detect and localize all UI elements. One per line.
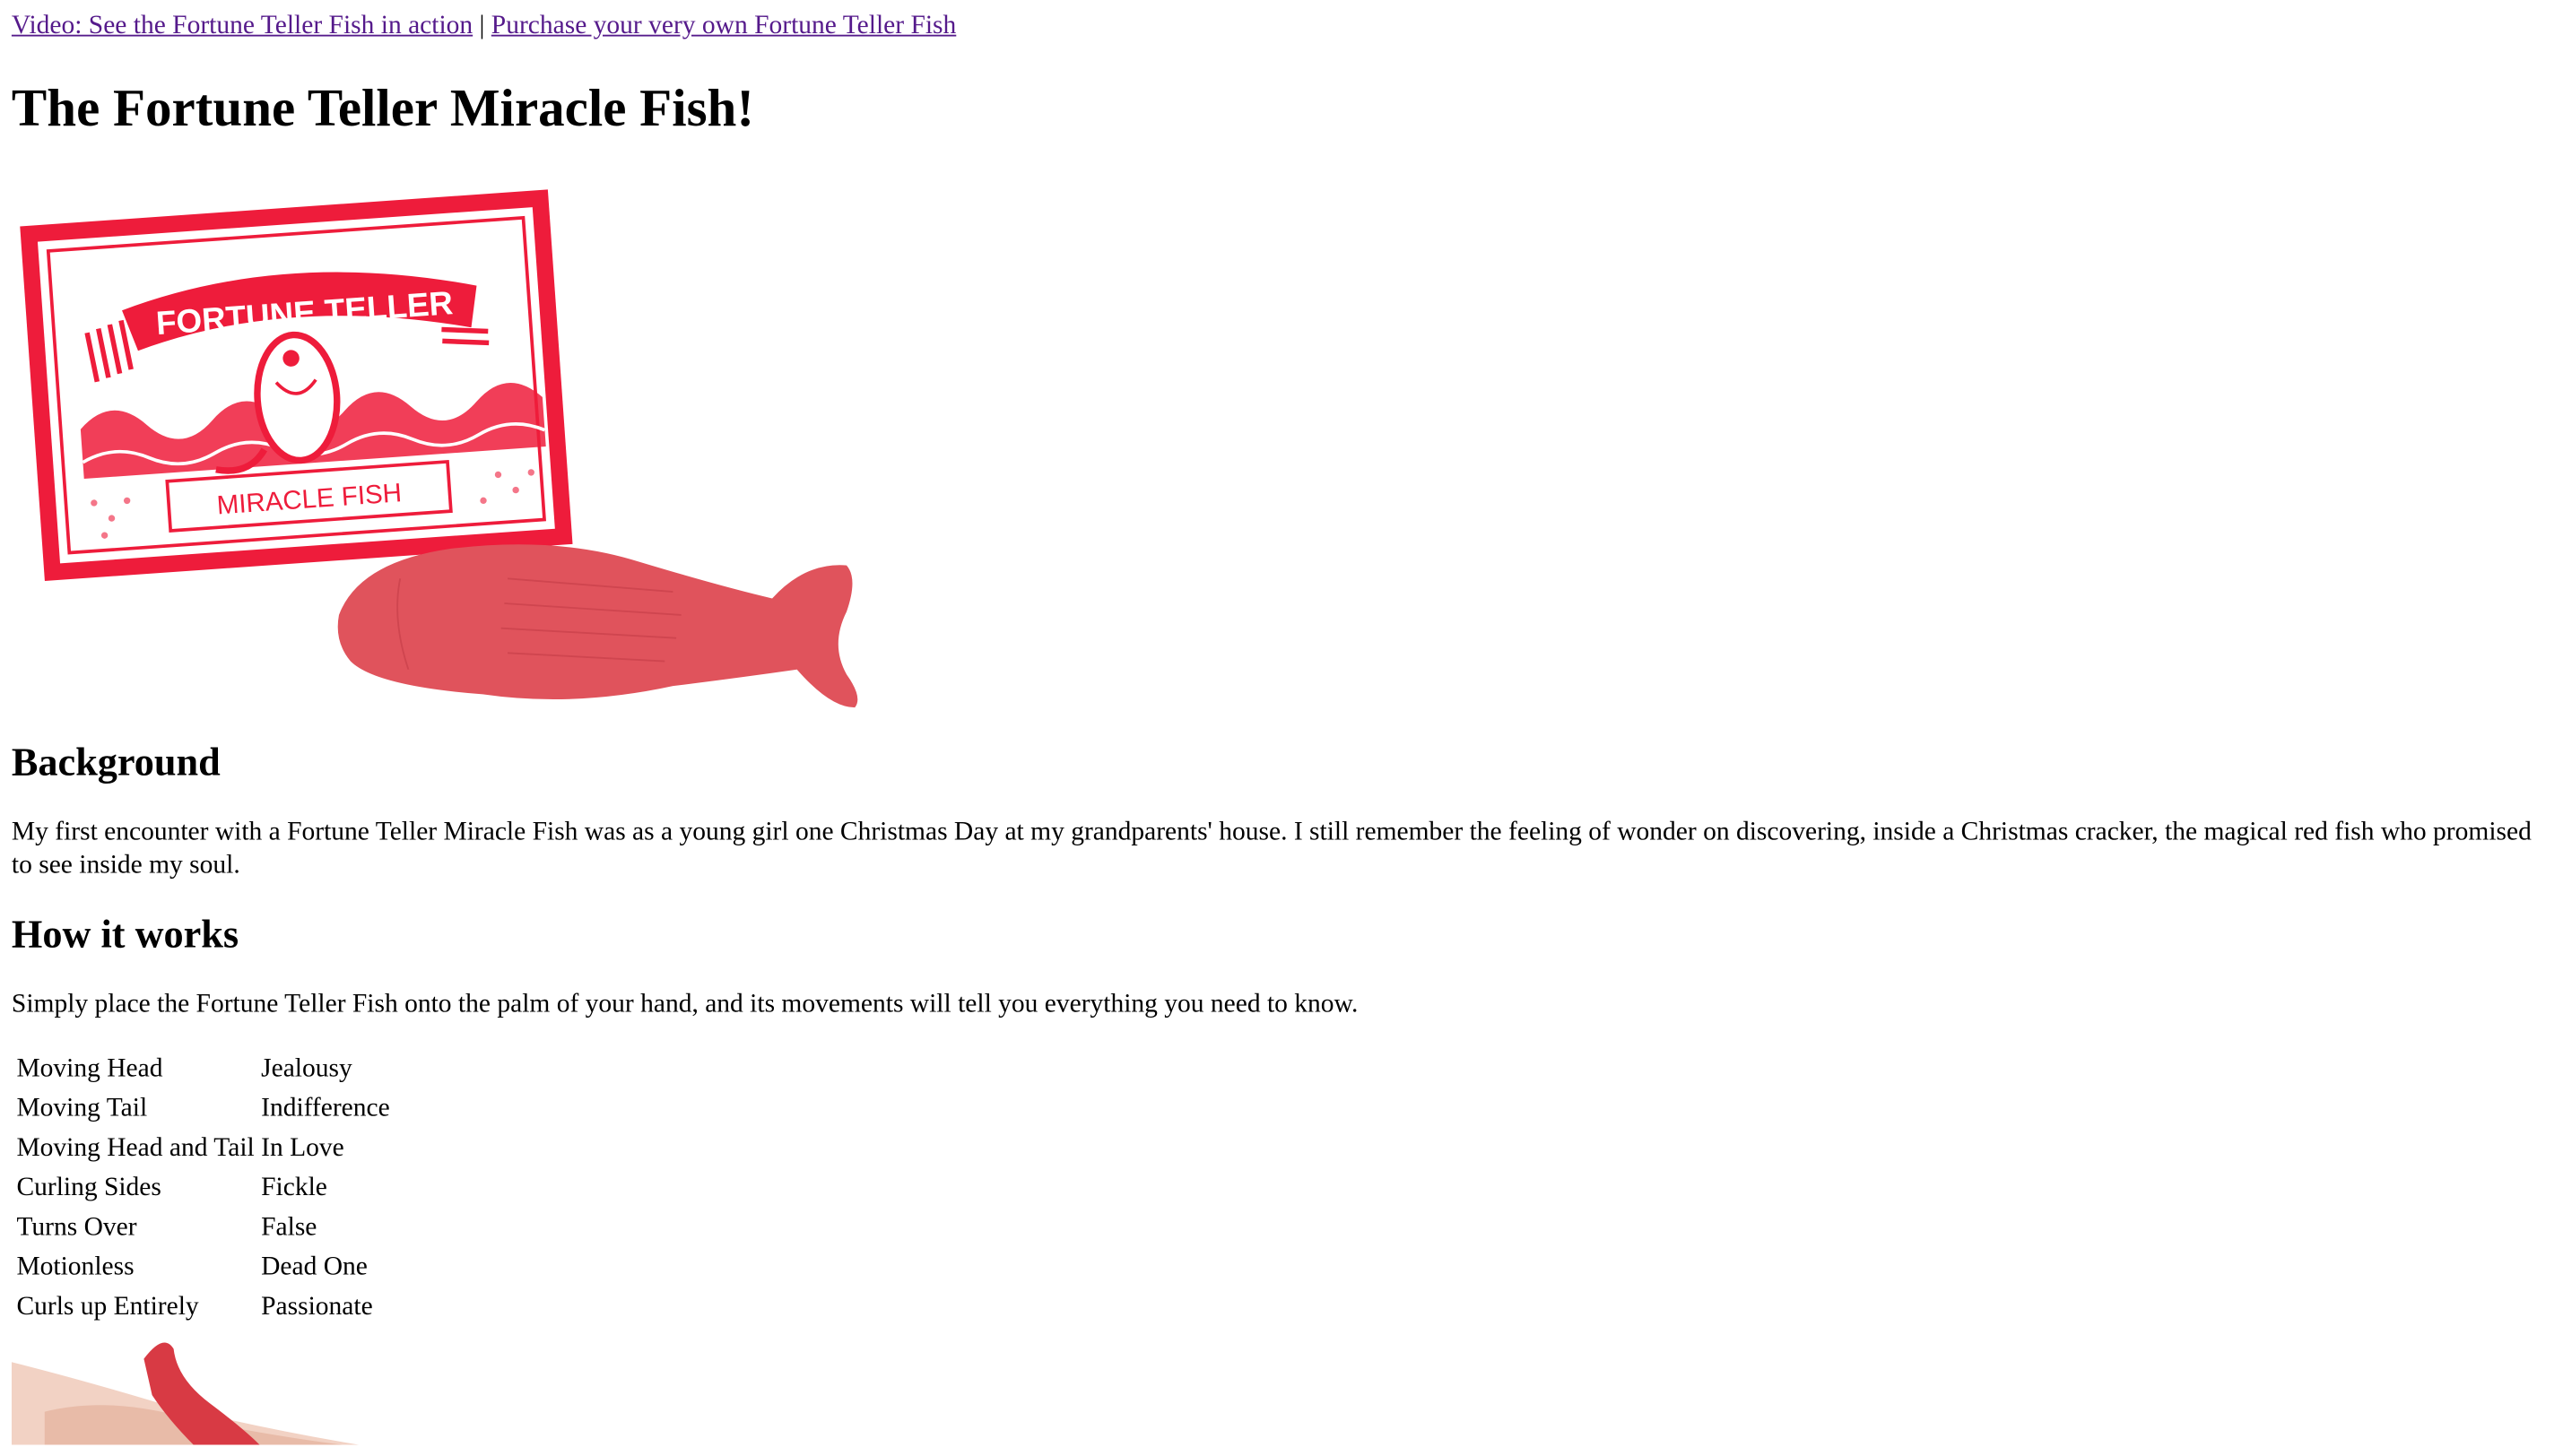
background-text: My first encounter with a Fortune Teller… <box>11 818 2532 880</box>
movement-cell: Turns Over <box>16 1213 137 1242</box>
movement-cell: Motionless <box>16 1252 135 1281</box>
movement-cell: Curling Sides <box>16 1174 161 1202</box>
table-row: Moving Head Jealousy <box>15 1052 392 1088</box>
table-row: Curling Sides Fickle <box>15 1170 392 1207</box>
meaning-cell: Passionate <box>261 1292 373 1322</box>
red-fish-shape <box>337 544 858 708</box>
nav-separator: | <box>479 11 485 40</box>
table-row: Motionless Dead One <box>15 1250 392 1287</box>
hand-with-fish-photo <box>11 1329 466 1445</box>
meaning-cell: Fickle <box>261 1174 327 1202</box>
meaning-cell: False <box>261 1213 317 1242</box>
how-it-works-heading: How it works <box>11 914 239 958</box>
background-heading: Background <box>11 741 221 785</box>
meaning-cell: Jealousy <box>261 1054 352 1083</box>
page-title: The Fortune Teller Miracle Fish! <box>11 77 755 138</box>
page: Video: See the Fortune Teller Fish in ac… <box>0 0 2563 1445</box>
top-nav: Video: See the Fortune Teller Fish in ac… <box>12 0 2563 41</box>
movements-table: Moving Head Jealousy Moving Tail Indifferen… <box>12 1048 395 1329</box>
fortune-fish-hero-image: FORTUNE TELLER MIRACLE FISH <box>20 189 858 708</box>
table-row: Curls up Entirely Passionate <box>15 1289 392 1326</box>
table-row: Moving Tail Indifference <box>15 1091 392 1128</box>
movement-cell: Moving Tail <box>16 1094 148 1122</box>
purchase-link[interactable]: Purchase your very own Fortune Teller Fi… <box>491 12 956 39</box>
movement-cell: Curls up Entirely <box>16 1292 199 1322</box>
table-row: Turns Over False <box>15 1210 392 1247</box>
meaning-cell: Dead One <box>261 1252 368 1281</box>
video-link[interactable]: Video: See the Fortune Teller Fish in ac… <box>12 12 473 39</box>
movement-cell: Moving Head <box>16 1054 163 1083</box>
table-row: Moving Head and Tail In Love <box>15 1131 392 1167</box>
meaning-cell: In Love <box>261 1133 344 1163</box>
meaning-cell: Indifference <box>261 1094 390 1122</box>
movement-cell: Moving Head and Tail <box>16 1133 255 1163</box>
how-it-works-text: Simply place the Fortune Teller Fish ont… <box>11 990 1359 1018</box>
